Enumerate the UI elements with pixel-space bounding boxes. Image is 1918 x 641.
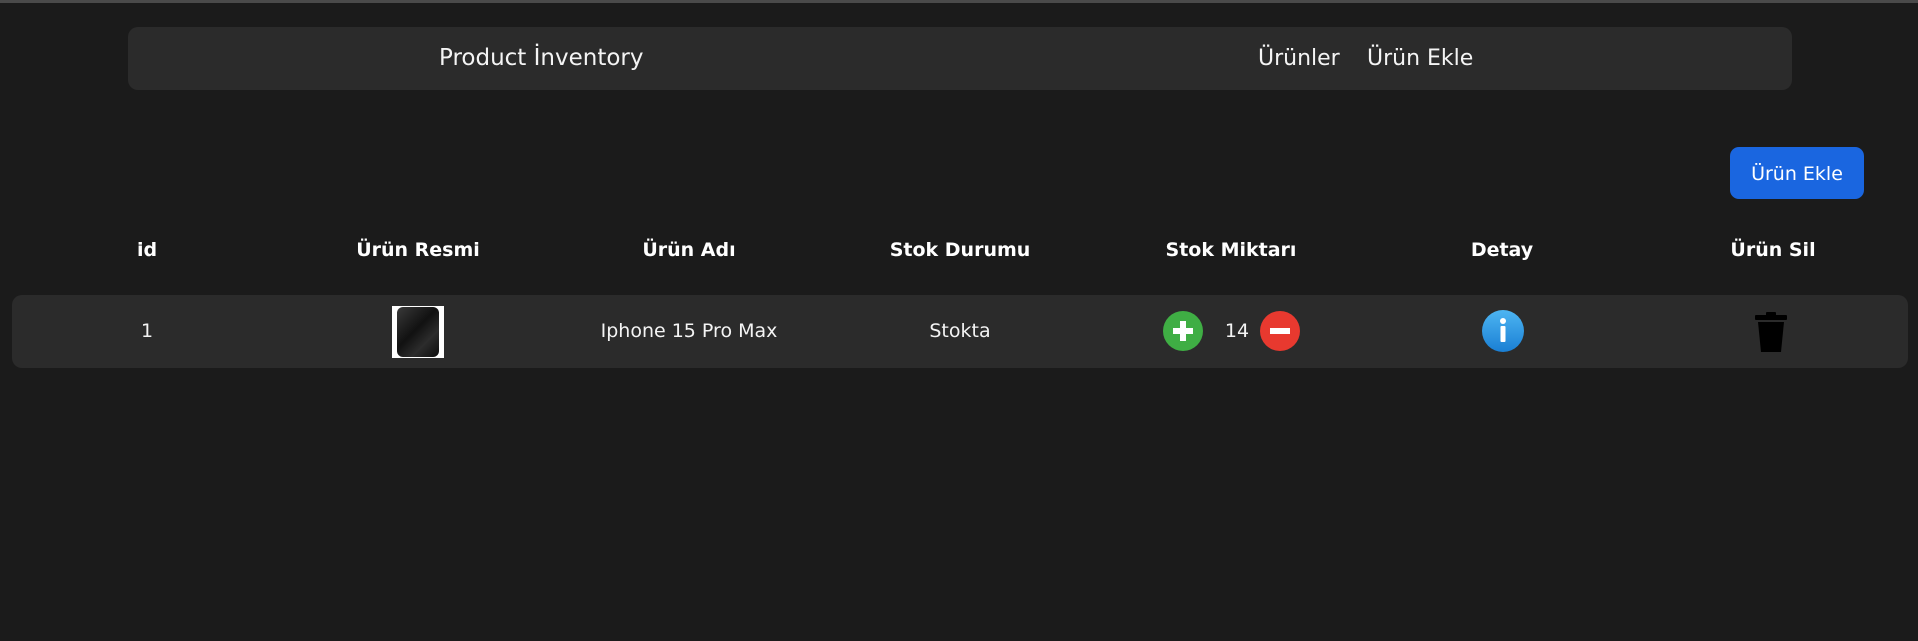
trash-icon (1755, 312, 1787, 352)
window-top-border (0, 0, 1918, 3)
add-product-button[interactable]: Ürün Ekle (1730, 147, 1864, 199)
delete-button[interactable] (1753, 310, 1789, 354)
cell-stock-status: Stokta (929, 320, 991, 342)
table-header: id Ürün Resmi Ürün Adı Stok Durumu Stok … (12, 222, 1908, 278)
info-icon (1482, 310, 1524, 352)
cell-product-name: Iphone 15 Pro Max (600, 320, 778, 342)
plus-icon (1173, 321, 1193, 341)
cell-id: 1 (140, 320, 154, 342)
header-detail: Detay (1470, 239, 1534, 261)
nav-link-products[interactable]: Ürünler (1258, 27, 1340, 90)
header-delete: Ürün Sil (1730, 239, 1816, 261)
decrease-stock-button[interactable] (1260, 311, 1300, 351)
header-product-name: Ürün Adı (642, 239, 736, 261)
increase-stock-button[interactable] (1163, 311, 1203, 351)
brand-title[interactable]: Product İnventory (439, 27, 644, 90)
header-product-image: Ürün Resmi (356, 239, 480, 261)
phone-image (397, 307, 439, 357)
minus-icon (1270, 328, 1290, 334)
header-stock-status: Stok Durumu (889, 239, 1031, 261)
product-thumbnail (392, 306, 444, 358)
stock-quantity: 14 (1224, 320, 1250, 342)
table-row: 1 Iphone 15 Pro Max Stokta 14 (12, 295, 1908, 368)
header-stock-quantity: Stok Miktarı (1165, 239, 1297, 261)
detail-button[interactable] (1481, 309, 1525, 353)
navbar: Product İnventory Ürünler Ürün Ekle (128, 27, 1792, 90)
nav-link-add-product[interactable]: Ürün Ekle (1367, 27, 1473, 90)
header-id: id (136, 239, 158, 261)
